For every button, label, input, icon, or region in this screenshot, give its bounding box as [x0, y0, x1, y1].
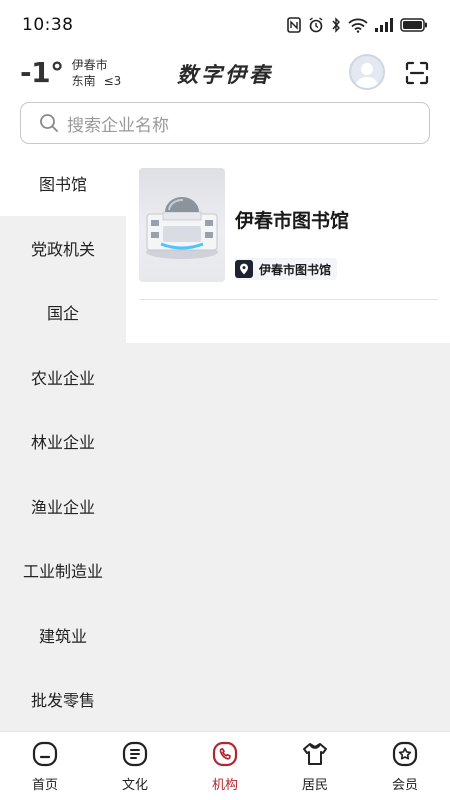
tab-label: 机构: [211, 778, 238, 793]
result-tag-label: 伊春市图书馆: [259, 262, 332, 277]
sidebar-item-label: 农业企业: [30, 368, 95, 388]
sidebar-item-wholesale-retail[interactable]: 批发零售: [0, 667, 126, 732]
avatar[interactable]: [349, 54, 385, 90]
status-time: 10:38: [22, 15, 74, 35]
location-pin-icon: [235, 260, 253, 278]
content-area: 图书馆 党政机关 国企 农业企业 林业企业 渔业企业 工业制造业 建筑业 批发零…: [0, 151, 450, 731]
tab-member[interactable]: 会员: [360, 732, 450, 800]
status-bar: 10:38: [0, 0, 450, 50]
resident-icon: [303, 743, 327, 765]
sidebar-item-label: 林业企业: [30, 433, 95, 453]
sidebar-item-forestry[interactable]: 林业企业: [0, 409, 126, 474]
wifi-icon: [348, 18, 368, 33]
sidebar-item-label: 图书馆: [38, 175, 87, 195]
tab-culture[interactable]: 文化: [90, 732, 180, 800]
sidebar-item-state-owned[interactable]: 国企: [0, 280, 126, 345]
sidebar-item-label: 党政机关: [30, 239, 95, 259]
temperature: -1°: [20, 56, 64, 89]
sidebar-item-label: 批发零售: [30, 691, 95, 711]
list-item[interactable]: 伊春市图书馆 伊春市图书馆: [139, 168, 438, 283]
divider: [139, 299, 438, 300]
sidebar-item-government[interactable]: 党政机关: [0, 216, 126, 281]
library-building-image: [139, 168, 225, 282]
search-placeholder: 搜索企业名称: [67, 115, 169, 136]
weather-city: 伊春市: [71, 57, 108, 72]
weather-info: 伊春市 东南 ≤3: [72, 57, 122, 89]
sidebar-item-label: 国企: [46, 304, 79, 324]
member-icon: [392, 741, 418, 767]
tab-resident[interactable]: 居民: [270, 732, 360, 800]
tab-home[interactable]: 首页: [0, 732, 90, 800]
sidebar-item-label: 工业制造业: [22, 562, 103, 582]
battery-icon: [400, 18, 427, 32]
institution-icon: [212, 741, 238, 767]
sidebar-item-label: 渔业企业: [30, 497, 95, 517]
sidebar-item-agriculture[interactable]: 农业企业: [0, 345, 126, 410]
tab-label: 会员: [391, 778, 418, 793]
bottom-tab-bar: 首页 文化 机构 居民 会员: [0, 731, 450, 800]
signal-icon: [375, 18, 393, 32]
tab-label: 首页: [31, 778, 58, 793]
results-panel: 伊春市图书馆 伊春市图书馆: [126, 151, 450, 343]
user-silhouette-icon: [355, 63, 379, 88]
sidebar-item-library[interactable]: 图书馆: [0, 151, 126, 216]
result-tag: 伊春市图书馆: [235, 258, 338, 280]
status-icons: [287, 17, 428, 33]
sidebar-item-manufacturing[interactable]: 工业制造业: [0, 538, 126, 603]
sidebar-item-construction[interactable]: 建筑业: [0, 603, 126, 668]
alarm-icon: [309, 17, 323, 33]
weather-widget[interactable]: -1° 伊春市 东南 ≤3: [20, 56, 121, 89]
nfc-icon: [287, 17, 301, 33]
scan-icon[interactable]: [405, 61, 429, 85]
sidebar-item-label: 建筑业: [38, 626, 87, 646]
home-icon: [32, 741, 58, 767]
app-header: -1° 伊春市 东南 ≤3 数字伊春: [0, 50, 450, 98]
search-input[interactable]: 搜索企业名称: [20, 102, 430, 144]
tab-label: 文化: [121, 778, 148, 793]
bluetooth-icon: [332, 17, 340, 33]
wind-level: ≤3: [103, 73, 122, 88]
search-icon: [40, 114, 58, 132]
tab-label: 居民: [301, 778, 328, 793]
category-sidebar: 图书馆 党政机关 国企 农业企业 林业企业 渔业企业 工业制造业 建筑业 批发零…: [0, 151, 126, 731]
result-title: 伊春市图书馆: [235, 210, 350, 232]
sidebar-item-fishery[interactable]: 渔业企业: [0, 474, 126, 539]
culture-icon: [122, 741, 148, 767]
tab-institution[interactable]: 机构: [180, 732, 270, 800]
building-illustration-icon: [146, 197, 218, 259]
wind-direction: 东南: [71, 73, 96, 88]
